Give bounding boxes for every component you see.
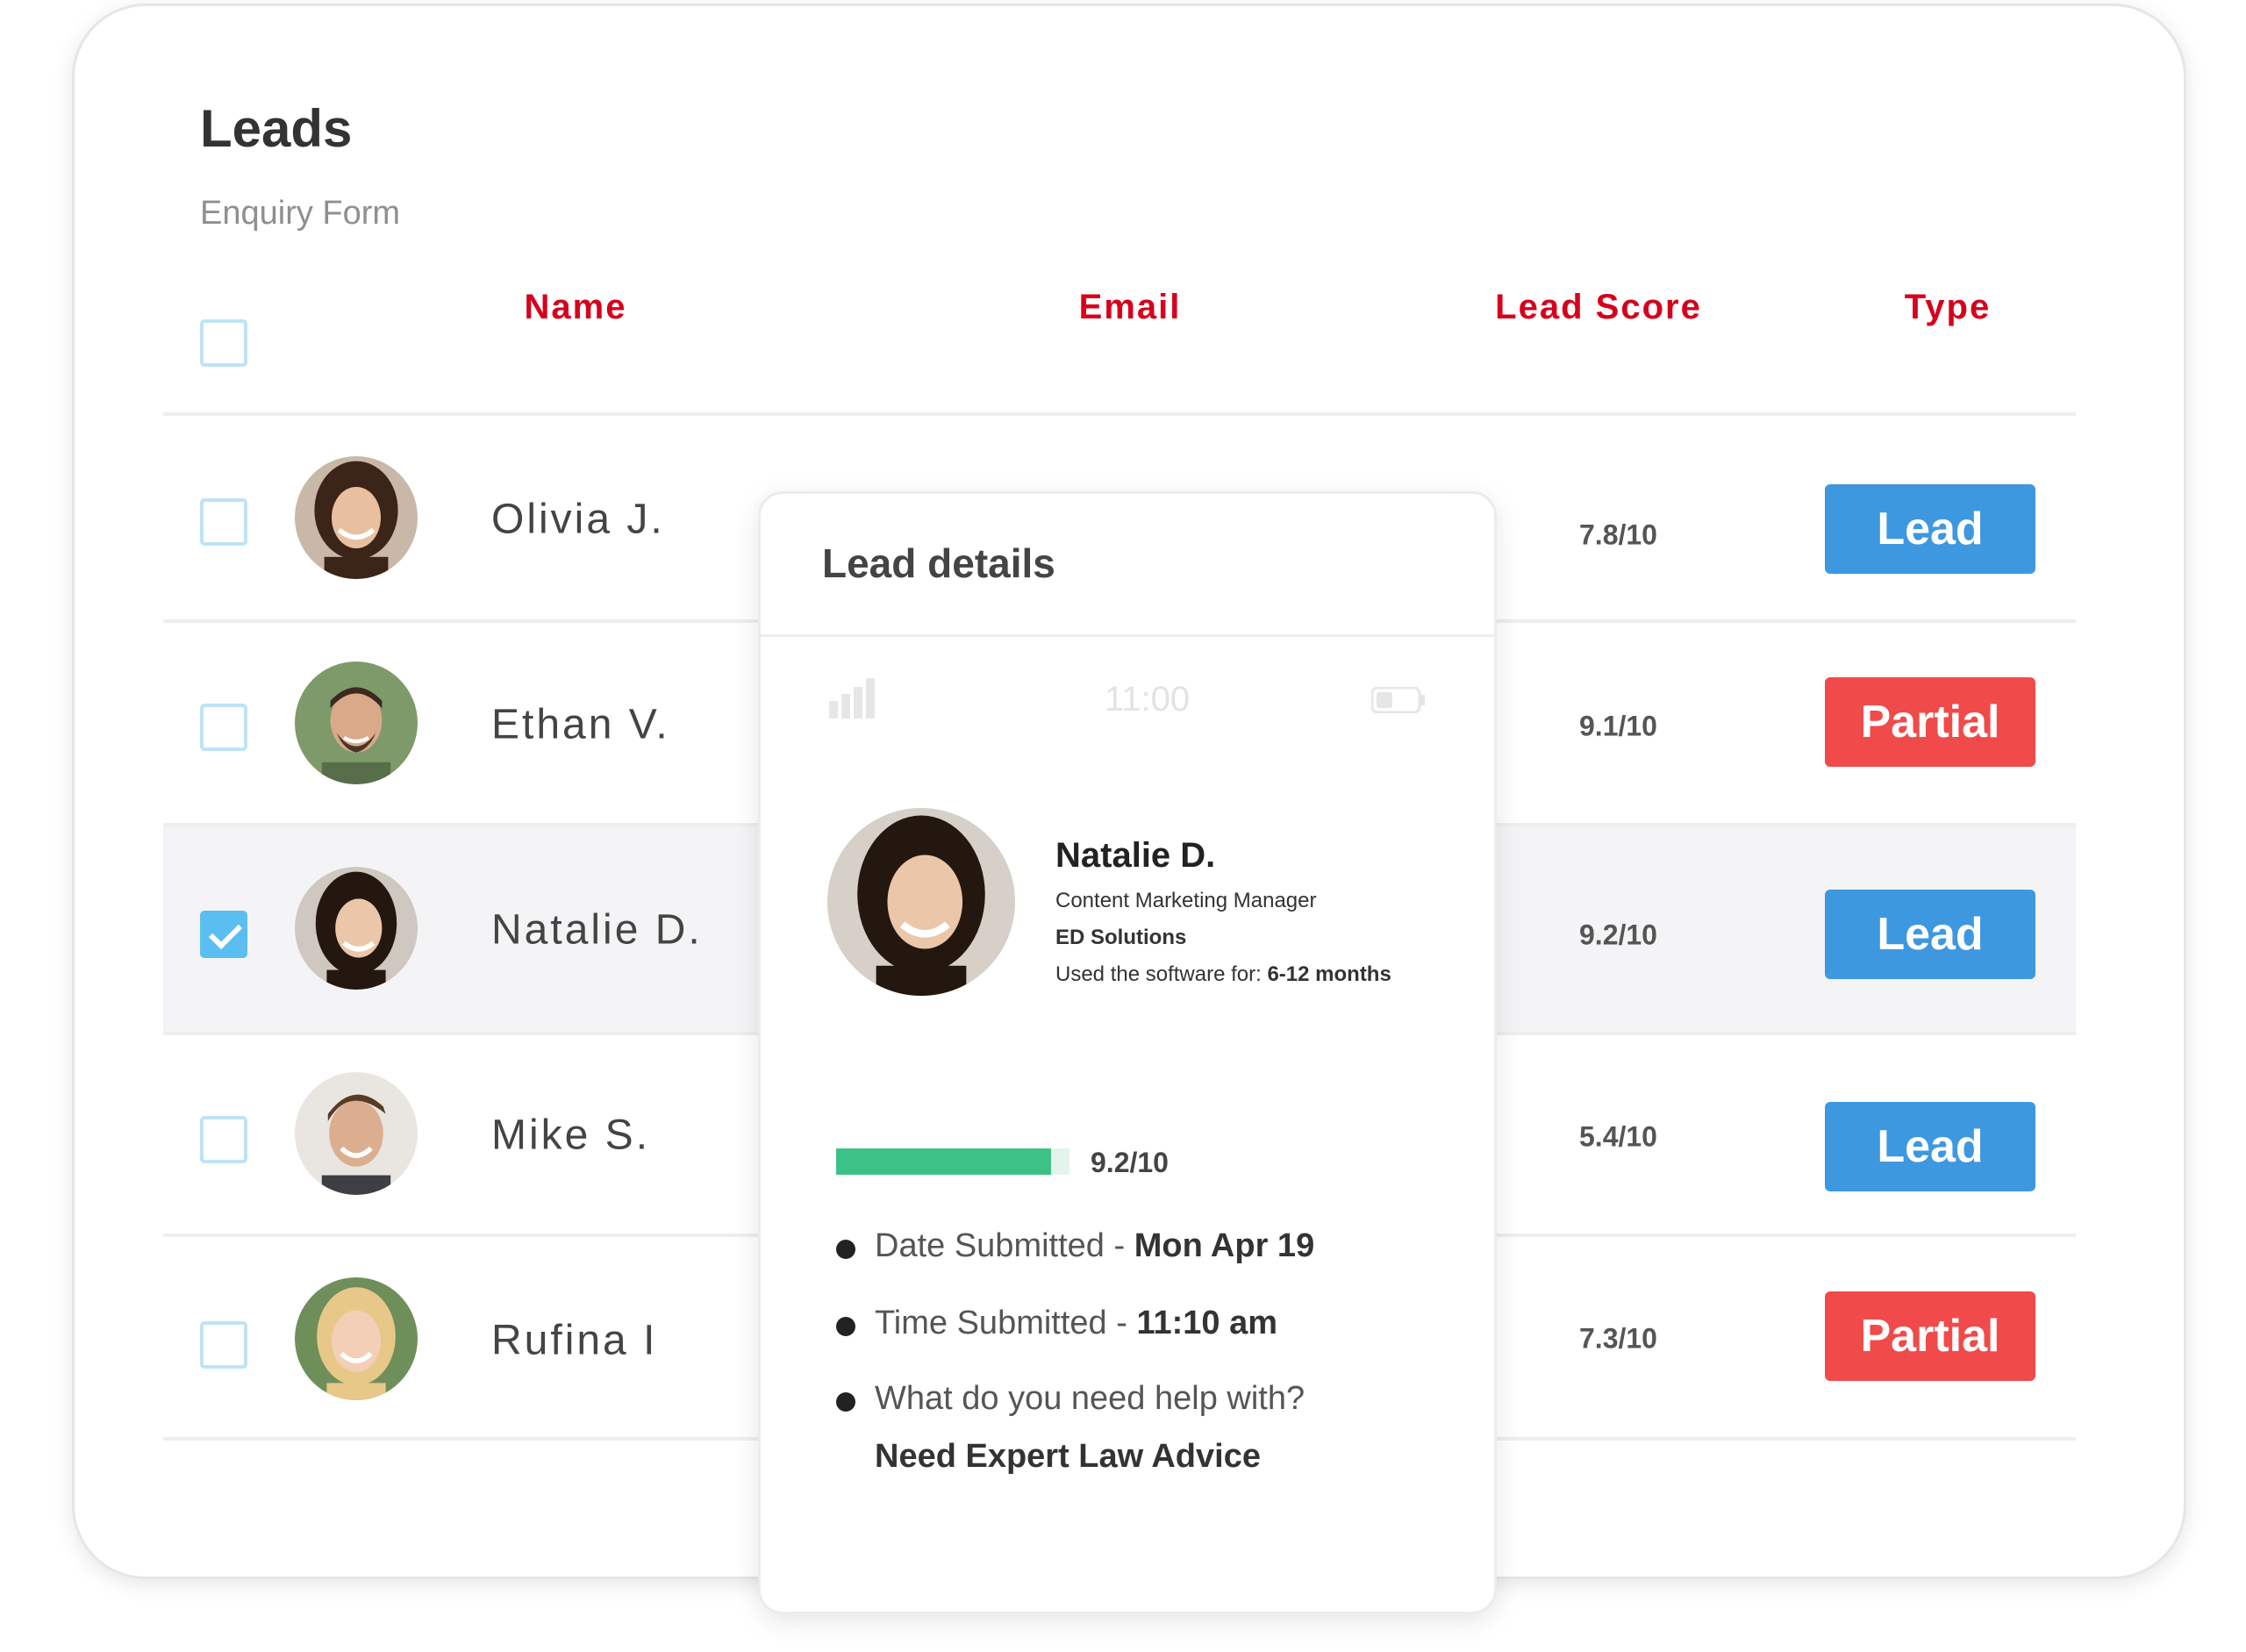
lead-details-name: Natalie D. <box>1055 836 1216 875</box>
lead-score-bar <box>836 1148 1069 1175</box>
lead-details-panel: Lead details 11:00 Natalie D. Content Ma… <box>758 491 1497 1614</box>
lead-details-usage: Used the software for: 6-12 months <box>1055 962 1391 987</box>
time-submitted-label: Time Submitted - <box>875 1305 1127 1341</box>
bullet-icon <box>836 1392 855 1412</box>
help-question: What do you need help with? <box>875 1380 1305 1417</box>
usage-value: 6-12 months <box>1267 962 1391 986</box>
lead-details-title: Lead details <box>822 540 1055 586</box>
bullet-icon <box>836 1317 855 1336</box>
time-submitted-value: 11:10 am <box>1136 1305 1278 1341</box>
lead-name: Rufina I <box>491 1317 658 1364</box>
lead-details-job-title: Content Marketing Manager <box>1055 889 1317 912</box>
lead-details-company: ED Solutions <box>1055 926 1187 949</box>
column-header-lead-score[interactable]: Lead Score <box>1495 288 1702 327</box>
column-header-type[interactable]: Type <box>1905 288 1991 327</box>
header-divider <box>163 412 2076 416</box>
bullet-icon <box>836 1240 855 1259</box>
column-header-email[interactable]: Email <box>1079 288 1182 327</box>
date-submitted-label: Date Submitted - <box>875 1227 1126 1264</box>
date-submitted-value: Mon Apr 19 <box>1134 1227 1315 1264</box>
lead-score-bar-fill <box>836 1148 1051 1175</box>
avatar <box>295 456 418 579</box>
date-submitted: Date Submitted - Mon Apr 19 <box>875 1227 1314 1265</box>
lead-score: 9.2/10 <box>1579 919 1657 951</box>
type-badge[interactable]: Lead <box>1825 1102 2035 1191</box>
lead-details-avatar <box>827 808 1015 996</box>
status-bar-time: 11:00 <box>1105 680 1191 719</box>
avatar <box>295 662 418 784</box>
lead-name: Olivia J. <box>491 496 665 543</box>
type-badge[interactable]: Lead <box>1825 484 2035 574</box>
time-submitted: Time Submitted - 11:10 am <box>875 1305 1277 1342</box>
lead-name: Mike S. <box>491 1112 651 1159</box>
avatar <box>295 867 418 990</box>
lead-score: 9.1/10 <box>1579 710 1657 742</box>
lead-score: 5.4/10 <box>1579 1120 1657 1153</box>
battery-icon <box>1371 687 1425 713</box>
lead-score: 7.3/10 <box>1579 1322 1657 1355</box>
lead-score: 7.8/10 <box>1579 518 1657 551</box>
lead-name: Natalie D. <box>491 906 703 954</box>
avatar <box>295 1277 418 1400</box>
select-all-checkbox[interactable] <box>200 319 247 367</box>
lead-name: Ethan V. <box>491 701 670 748</box>
help-answer: Need Expert Law Advice <box>875 1438 1261 1475</box>
page-title: Leads <box>200 99 353 158</box>
page-subtitle: Enquiry Form <box>200 195 401 232</box>
column-header-name[interactable]: Name <box>525 288 627 327</box>
row-checkbox[interactable] <box>200 911 247 958</box>
row-checkbox[interactable] <box>200 498 247 546</box>
row-checkbox[interactable] <box>200 1321 247 1369</box>
type-badge[interactable]: Partial <box>1825 677 2035 767</box>
lead-score-value: 9.2/10 <box>1091 1147 1169 1178</box>
signal-icon <box>829 678 875 719</box>
type-badge[interactable]: Partial <box>1825 1291 2035 1381</box>
usage-label: Used the software for: <box>1055 962 1262 986</box>
type-badge[interactable]: Lead <box>1825 890 2035 979</box>
lead-details-divider <box>761 634 1494 637</box>
row-checkbox[interactable] <box>200 704 247 751</box>
avatar <box>295 1072 418 1195</box>
row-checkbox[interactable] <box>200 1116 247 1163</box>
